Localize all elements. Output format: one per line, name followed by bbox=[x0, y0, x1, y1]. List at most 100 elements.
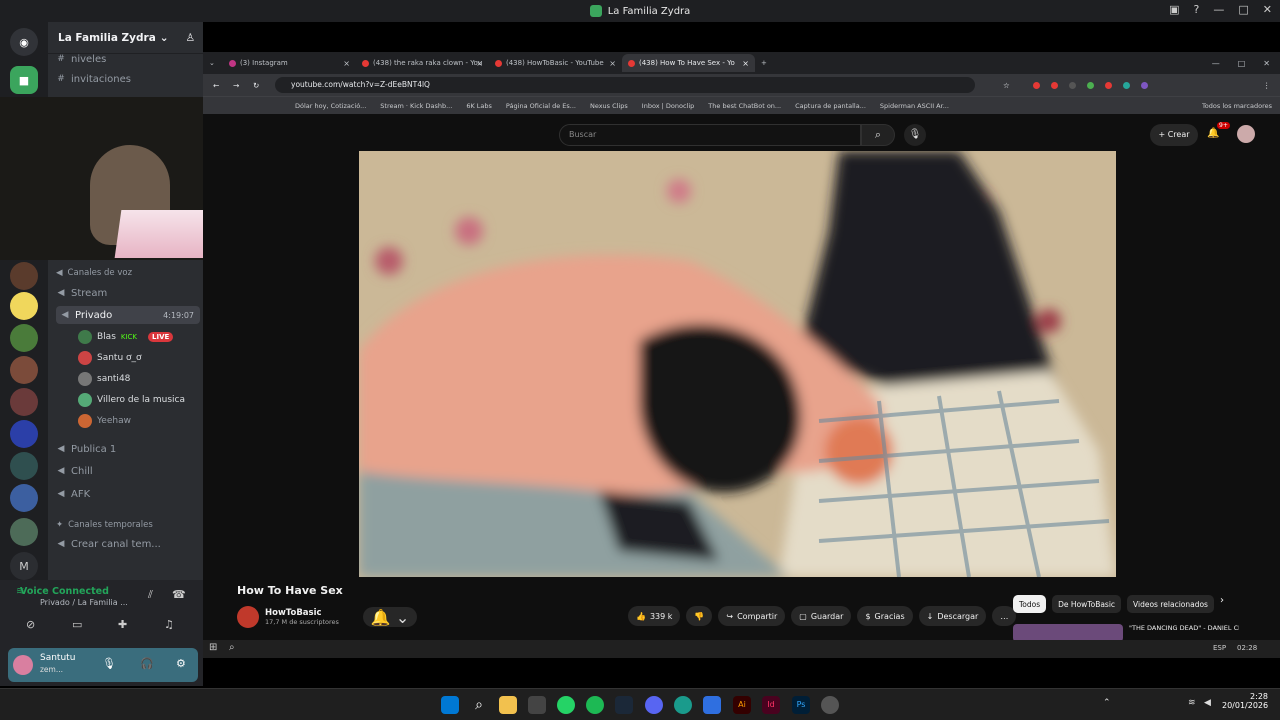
bookmark-item[interactable]: 6K Labs bbox=[466, 102, 492, 110]
back-icon[interactable]: ← bbox=[213, 81, 219, 90]
add-member-icon[interactable]: ♙ bbox=[186, 32, 195, 44]
avatar[interactable] bbox=[13, 655, 33, 675]
reload-icon[interactable]: ↻ bbox=[253, 81, 259, 90]
windows-start-icon[interactable]: ⊞ bbox=[209, 642, 217, 653]
close-tab-icon[interactable]: × bbox=[609, 59, 616, 68]
menu-icon[interactable]: ⋮ bbox=[1263, 81, 1271, 90]
settings-gear-icon[interactable]: ⚙ bbox=[176, 657, 186, 670]
dm-home-icon[interactable]: ◉ bbox=[10, 28, 38, 56]
voice-channel-publica[interactable]: ◀ Publica 1 bbox=[56, 440, 117, 458]
tab-search-icon[interactable]: ⌄ bbox=[203, 54, 223, 72]
volume-icon[interactable]: ◀ bbox=[1204, 698, 1211, 708]
minimize-button[interactable]: — bbox=[1212, 59, 1220, 68]
spotify-icon[interactable] bbox=[586, 696, 604, 714]
clock[interactable]: 2:28 20/01/2026 bbox=[1222, 692, 1268, 710]
edge-icon[interactable] bbox=[674, 696, 692, 714]
all-bookmarks[interactable]: Todos los marcadores bbox=[1202, 102, 1272, 110]
tab-howtobasic[interactable]: (438) HowToBasic - YouTube × bbox=[489, 54, 622, 72]
extension-icon[interactable] bbox=[1123, 81, 1130, 89]
microphone-icon[interactable]: 🎙 bbox=[102, 657, 116, 670]
tab-how-to-have-sex[interactable]: (438) How To Have Sex - Yo × bbox=[622, 54, 755, 72]
create-button[interactable]: + Crear bbox=[1150, 124, 1198, 146]
server-folder-icon[interactable] bbox=[10, 484, 38, 512]
file-explorer-icon[interactable] bbox=[499, 696, 517, 714]
save-button[interactable]: ▢ Guardar bbox=[791, 606, 852, 626]
maximize-button[interactable]: □ bbox=[1238, 59, 1246, 68]
extension-icon[interactable] bbox=[1069, 81, 1076, 89]
channel-invitaciones[interactable]: # invitaciones bbox=[56, 70, 131, 88]
url-field[interactable]: youtube.com/watch?v=Z-dEeBNT4lQ bbox=[275, 77, 975, 93]
dislike-button[interactable]: 👎 bbox=[686, 606, 713, 626]
illustrator-icon[interactable]: Ai bbox=[733, 696, 751, 714]
whatsapp-icon[interactable] bbox=[557, 696, 575, 714]
video-player[interactable] bbox=[359, 151, 1116, 577]
soundboard-icon[interactable]: ♫ bbox=[164, 618, 174, 631]
share-button[interactable]: ↪ Compartir bbox=[718, 606, 786, 626]
extension-icon[interactable] bbox=[1141, 81, 1148, 89]
tab-raka-clown[interactable]: (438) the raka raka clown - You × bbox=[356, 54, 489, 72]
server-icon[interactable] bbox=[10, 452, 38, 480]
server-icon[interactable] bbox=[10, 388, 38, 416]
server-icon[interactable] bbox=[10, 518, 38, 546]
maximize-button[interactable]: □ bbox=[1238, 3, 1248, 16]
suggested-title[interactable]: "THE DANCING DEAD" - DANIEL CLOUD CAMPOS bbox=[1129, 624, 1239, 632]
server-icon-m[interactable]: M bbox=[10, 552, 38, 580]
server-icon[interactable] bbox=[10, 292, 38, 320]
bookmark-item[interactable]: Nexus Clips bbox=[590, 102, 628, 110]
server-icon-active[interactable]: ■ bbox=[10, 66, 38, 94]
thanks-button[interactable]: $ Gracias bbox=[857, 606, 913, 626]
terminal-icon[interactable] bbox=[528, 696, 546, 714]
voice-channel-create-temp[interactable]: ◀ Crear canal tem... bbox=[56, 535, 161, 553]
voice-user-villero[interactable]: Villero de la musica bbox=[78, 391, 185, 409]
app-icon[interactable] bbox=[703, 696, 721, 714]
voice-channel-afk[interactable]: ◀ AFK bbox=[56, 485, 91, 503]
search-icon[interactable]: ⌕ bbox=[470, 696, 488, 714]
download-button[interactable]: ↓ Descargar bbox=[918, 606, 987, 626]
filter-chip[interactable]: Videos relacionados bbox=[1127, 595, 1214, 613]
noise-suppression-icon[interactable]: ⫽ bbox=[148, 588, 153, 602]
extension-icon[interactable] bbox=[1105, 81, 1112, 89]
close-tab-icon[interactable]: × bbox=[343, 59, 350, 68]
help-icon[interactable]: ? bbox=[1194, 3, 1200, 16]
voice-user-yeehaw[interactable]: Yeehaw bbox=[78, 412, 131, 430]
bookmark-item[interactable]: Stream · Kick Dashb... bbox=[380, 102, 452, 110]
voice-user-blas[interactable]: Blas KICK LIVE bbox=[78, 328, 174, 346]
close-tab-icon[interactable]: × bbox=[476, 59, 483, 68]
camera-off-icon[interactable]: ⊘ bbox=[26, 618, 35, 631]
close-button[interactable]: ✕ bbox=[1263, 59, 1270, 68]
close-tab-icon[interactable]: × bbox=[742, 59, 749, 68]
new-tab-button[interactable]: + bbox=[755, 54, 779, 72]
extension-icon[interactable] bbox=[1033, 81, 1040, 89]
voice-channel-path[interactable]: Privado / La Familia ... bbox=[40, 598, 128, 607]
screen-share-icon[interactable]: ▭ bbox=[72, 618, 82, 631]
like-button[interactable]: 👍 339 k bbox=[628, 606, 681, 626]
windows-start-icon[interactable] bbox=[441, 696, 459, 714]
bookmark-item[interactable]: Spiderman ASCII Ar... bbox=[880, 102, 949, 110]
search-icon[interactable]: ⌕ bbox=[861, 124, 895, 146]
minimize-button[interactable]: — bbox=[1213, 3, 1224, 16]
server-icon[interactable] bbox=[10, 420, 38, 448]
server-icon[interactable] bbox=[10, 356, 38, 384]
search-icon[interactable]: ⌕ bbox=[229, 642, 235, 653]
tray-chevron-icon[interactable]: ⌃ bbox=[1103, 698, 1111, 708]
bookmark-item[interactable]: Dólar hoy, Cotizació... bbox=[295, 102, 366, 110]
channel-name[interactable]: HowToBasic bbox=[265, 608, 339, 618]
bookmark-item[interactable]: The best ChatBot on... bbox=[708, 102, 781, 110]
voice-channel-privado[interactable]: ◀ Privado 4:19:07 bbox=[56, 306, 200, 324]
steam-icon[interactable] bbox=[615, 696, 633, 714]
forward-icon[interactable]: → bbox=[233, 81, 239, 90]
tab-instagram[interactable]: (3) Instagram × bbox=[223, 54, 356, 72]
chrome-icon[interactable] bbox=[821, 696, 839, 714]
bookmark-item[interactable]: Página Oficial de Es... bbox=[506, 102, 576, 110]
bookmark-item[interactable]: Inbox | Donoclip bbox=[642, 102, 695, 110]
photoshop-icon[interactable]: Ps bbox=[792, 696, 810, 714]
avatar[interactable] bbox=[1237, 125, 1255, 143]
indesign-icon[interactable]: Id bbox=[762, 696, 780, 714]
bookmark-star-icon[interactable]: ☆ bbox=[1003, 81, 1010, 90]
category-voice[interactable]: ◀ Canales de voz bbox=[56, 264, 132, 282]
search-input[interactable]: Buscar bbox=[559, 124, 861, 146]
server-icon[interactable] bbox=[10, 262, 38, 290]
extension-icon[interactable] bbox=[1087, 81, 1094, 89]
close-button[interactable]: ✕ bbox=[1263, 3, 1272, 16]
disconnect-icon[interactable]: ☎ bbox=[172, 588, 186, 601]
